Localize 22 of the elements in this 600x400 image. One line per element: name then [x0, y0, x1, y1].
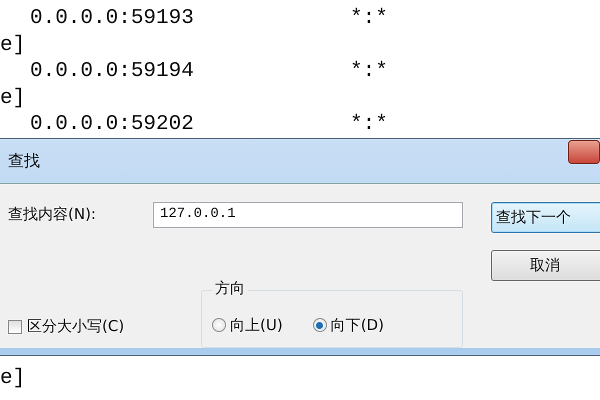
- dialog-title: 查找: [8, 150, 40, 172]
- foreign-address-text: *:*: [350, 112, 388, 138]
- line-text: e]: [0, 32, 26, 58]
- close-button[interactable]: [568, 140, 600, 164]
- foreign-address-text: *:*: [350, 6, 388, 32]
- match-case-checkbox[interactable]: [8, 320, 22, 334]
- match-case-label: 区分大小写(C): [27, 317, 124, 336]
- line-text: e]: [0, 366, 26, 392]
- radio-label: 向下(D): [330, 316, 384, 334]
- address-text: 0.0.0.0:59202: [30, 112, 195, 138]
- radio-label: 向上(U): [230, 316, 283, 334]
- address-text: 0.0.0.0:59194: [30, 59, 195, 85]
- dialog-button[interactable]: 取消: [491, 250, 600, 281]
- dialog-button[interactable]: 查找下一个: [491, 202, 600, 233]
- find-input-field[interactable]: 127.0.0.1: [153, 202, 463, 228]
- radio-button[interactable]: [312, 318, 327, 332]
- direction-legend: 方向: [212, 279, 248, 298]
- foreign-address-text: *:*: [350, 59, 388, 85]
- address-text: 0.0.0.0:59193: [30, 6, 195, 32]
- radio-button[interactable]: [212, 318, 226, 332]
- find-label: 查找内容(N):: [8, 205, 97, 224]
- line-text: e]: [0, 86, 26, 112]
